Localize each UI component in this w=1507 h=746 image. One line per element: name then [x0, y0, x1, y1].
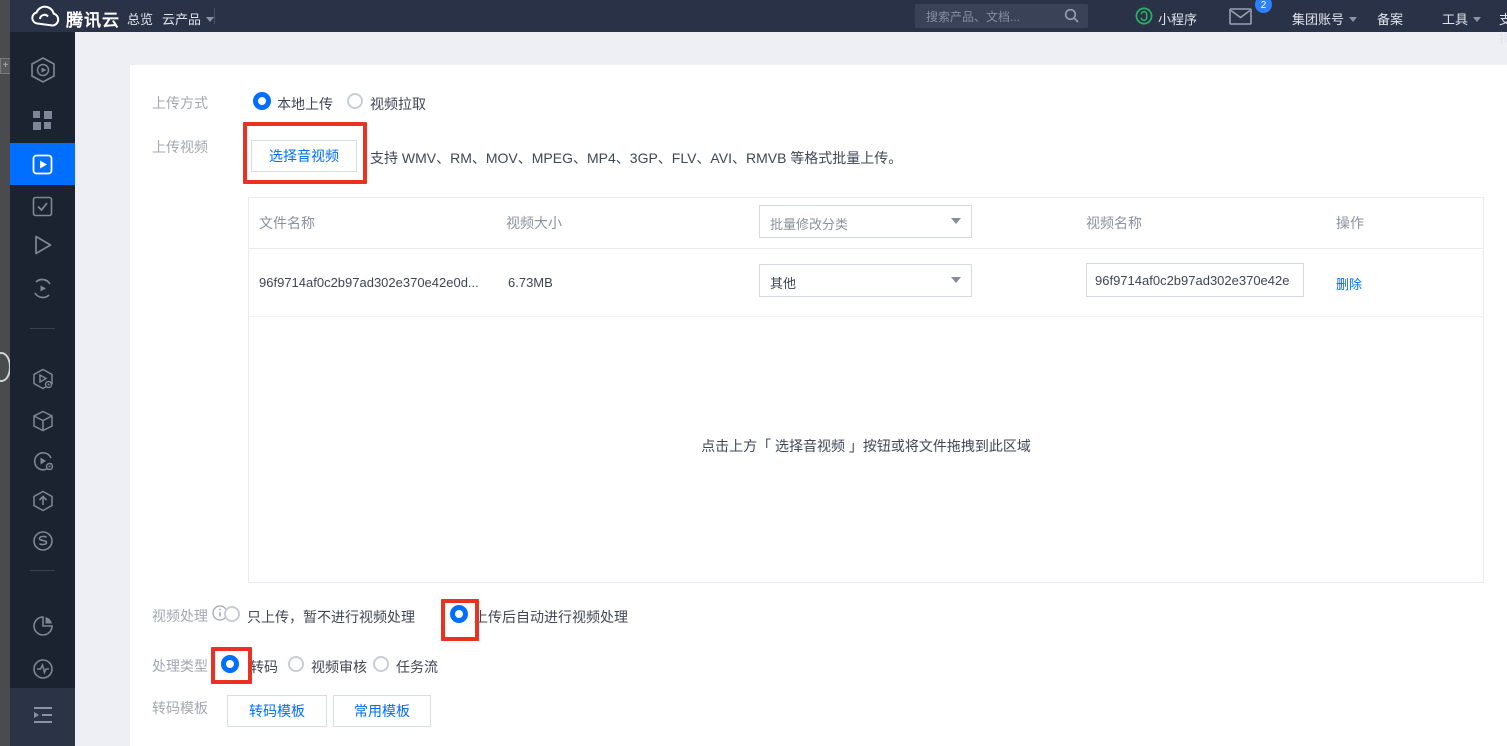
- transcode-template-label: 转码模板: [152, 698, 208, 718]
- chevron-down-icon: [206, 17, 214, 22]
- upload-format-hint: 支持 WMV、RM、MOV、MPEG、MP4、3GP、FLV、AVI、RMVB …: [370, 148, 902, 168]
- radio-video-pull[interactable]: [347, 93, 363, 109]
- overview-grid-icon[interactable]: [32, 110, 54, 132]
- radio-transcode-label[interactable]: 转码: [250, 657, 278, 677]
- radio-video-pull-label[interactable]: 视频拉取: [370, 94, 426, 114]
- navbar-divider: [214, 8, 215, 24]
- annotation-box-select-media: [243, 122, 367, 184]
- col-header-video-name: 视频名称: [1086, 213, 1142, 233]
- review-check-square-icon[interactable]: [32, 196, 54, 218]
- upload-method-label: 上传方式: [152, 93, 208, 113]
- sidebar-divider: [30, 328, 55, 329]
- nav-tools[interactable]: 工具: [1442, 9, 1481, 28]
- row-category-dropdown[interactable]: 其他: [759, 264, 972, 297]
- account-group-menu[interactable]: 集团账号: [1292, 9, 1357, 28]
- radio-local-upload[interactable]: [253, 92, 271, 110]
- radio-local-upload-label[interactable]: 本地上传: [277, 94, 333, 114]
- chevron-down-icon: [951, 218, 961, 224]
- search-input[interactable]: [924, 4, 1058, 30]
- col-header-action: 操作: [1336, 213, 1364, 233]
- brand-title[interactable]: 腾讯云: [66, 6, 120, 31]
- task-play-gear-icon[interactable]: [32, 368, 54, 390]
- radio-task-flow-label[interactable]: 任务流: [396, 657, 438, 677]
- search-box[interactable]: [915, 4, 1088, 28]
- common-template-button[interactable]: 常用模板: [333, 695, 431, 727]
- cube-3d-icon[interactable]: [32, 410, 54, 432]
- radio-auto-process-label[interactable]: 上传后自动进行视频处理: [474, 607, 628, 627]
- annotation-box-auto-process: [441, 599, 479, 641]
- mini-program-icon[interactable]: [1135, 7, 1153, 30]
- tencent-cloud-logo-icon[interactable]: [27, 5, 61, 34]
- video-name-input[interactable]: [1086, 263, 1304, 297]
- billing-s-circle-icon[interactable]: [32, 530, 54, 552]
- sidebar-nav: [10, 32, 75, 746]
- monitor-pulse-icon[interactable]: [32, 658, 54, 680]
- nav-cloud-products[interactable]: 云产品: [162, 9, 214, 28]
- mail-badge: 2: [1255, 0, 1272, 13]
- media-play-square-icon[interactable]: [32, 154, 54, 176]
- table-header-divider: [249, 248, 1483, 249]
- transcode-template-button[interactable]: 转码模板: [227, 695, 327, 727]
- nav-support[interactable]: 支持: [1499, 9, 1507, 47]
- upload-file-table: 文件名称 视频大小 批量修改分类 视频名称 操作 96f9714af0c2b97…: [248, 197, 1484, 583]
- clock-play-gear-icon[interactable]: [32, 450, 54, 472]
- sidebar-divider: [30, 570, 55, 571]
- tencent-cloud-vod-upload-page: { "colors": { "accent": "#006eff", "anno…: [0, 0, 1507, 746]
- col-header-size: 视频大小: [506, 213, 562, 233]
- radio-upload-only-label[interactable]: 只上传，暂不进行视频处理: [247, 607, 415, 627]
- mini-program-label[interactable]: 小程序: [1158, 9, 1197, 28]
- table-row-divider: [249, 316, 1483, 317]
- cell-file-name: 96f9714af0c2b97ad302e370e42e0d...: [259, 275, 479, 290]
- chevron-down-icon: [1349, 17, 1357, 22]
- col-header-file-name: 文件名称: [259, 213, 315, 233]
- collapse-menu-icon[interactable]: [32, 705, 54, 727]
- distribute-hexagon-arrow-icon[interactable]: [32, 490, 54, 512]
- nav-beian[interactable]: 备案: [1377, 9, 1403, 28]
- chevron-down-icon: [1473, 17, 1481, 22]
- video-process-label: 视频处理: [152, 606, 208, 626]
- annotation-box-transcode: [211, 647, 252, 684]
- play-triangle-icon[interactable]: [33, 234, 55, 256]
- search-icon[interactable]: [1064, 8, 1080, 29]
- upload-video-label: 上传视频: [152, 137, 208, 157]
- vod-hexagon-play-icon[interactable]: [30, 56, 52, 78]
- mail-icon[interactable]: [1229, 8, 1252, 30]
- stats-pie-icon[interactable]: [32, 615, 54, 637]
- batch-category-dropdown[interactable]: 批量修改分类: [759, 205, 972, 238]
- nav-overview[interactable]: 总览: [127, 9, 153, 28]
- radio-video-review-label[interactable]: 视频审核: [311, 657, 367, 677]
- dropzone-hint: 点击上方「 选择音视频 」按钮或将文件拖拽到此区域: [249, 436, 1483, 456]
- top-navbar: 腾讯云 总览 云产品 小程序 2 集团账号 备案 工具 支持: [10, 0, 1507, 32]
- radio-upload-only[interactable]: [224, 606, 240, 622]
- media-process-hexagon-icon[interactable]: [32, 278, 54, 300]
- cell-size: 6.73MB: [508, 275, 553, 290]
- radio-video-review[interactable]: [288, 656, 304, 672]
- chevron-down-icon: [951, 277, 961, 283]
- radio-task-flow[interactable]: [373, 656, 389, 672]
- left-edge-strip: +: [0, 0, 10, 746]
- process-type-label: 处理类型: [152, 656, 208, 676]
- delete-link[interactable]: 删除: [1336, 274, 1362, 293]
